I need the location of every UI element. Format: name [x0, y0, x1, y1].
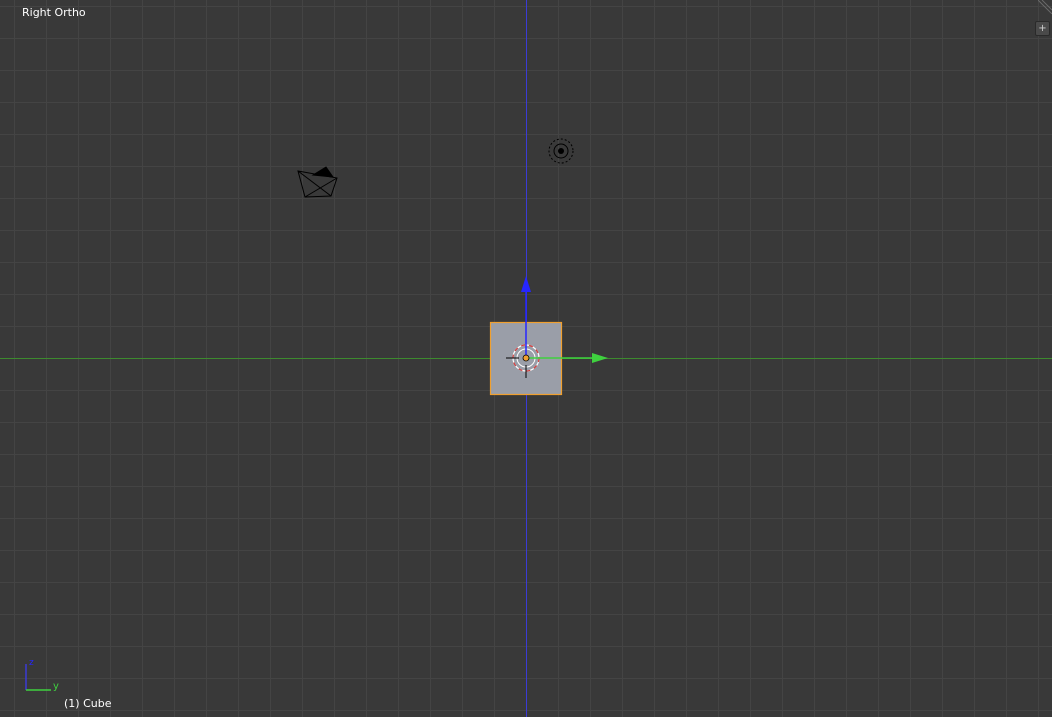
area-split-handle-icon[interactable] [1038, 0, 1052, 14]
properties-toggle-button[interactable]: + [1035, 21, 1050, 36]
3d-viewport[interactable]: z y Right Ortho (1) Cube + [0, 0, 1052, 717]
gizmo-z-arrow-icon[interactable] [521, 276, 531, 292]
view-name-label: Right Ortho [22, 6, 86, 19]
gizmo-y-arrow-icon[interactable] [592, 353, 608, 363]
scene-canvas: z y [0, 0, 1052, 717]
axis-widget-z-label: z [29, 658, 34, 668]
axis-orientation-widget: z y [25, 658, 59, 692]
camera-icon[interactable] [297, 166, 338, 198]
lamp-icon[interactable] [548, 138, 574, 164]
active-object-info: (1) Cube [64, 697, 112, 710]
axis-widget-y-label: y [53, 681, 59, 692]
object-origin-icon[interactable] [522, 354, 530, 362]
